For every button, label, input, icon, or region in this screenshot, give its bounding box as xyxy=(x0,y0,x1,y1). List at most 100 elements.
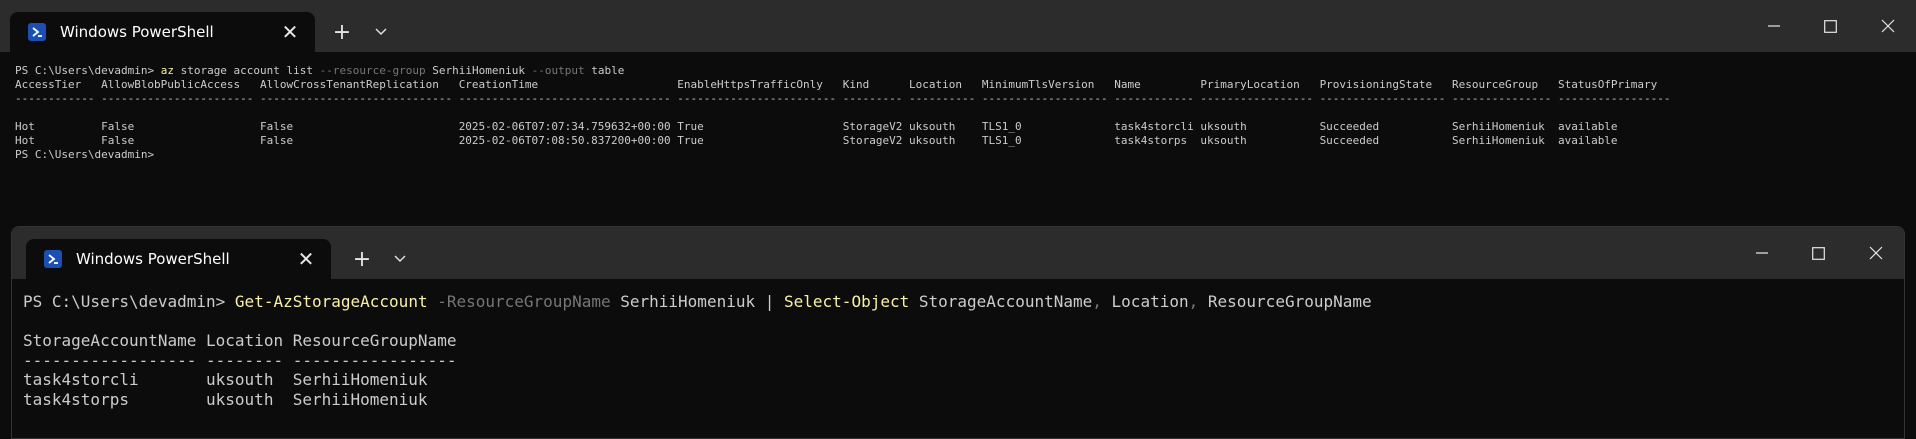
table-underline: ----------------------------------------… xyxy=(15,92,1916,106)
close-tab-icon[interactable]: ✕ xyxy=(275,17,305,47)
maximize-icon[interactable] xyxy=(1802,0,1859,52)
column-header: AccessTier xyxy=(15,78,82,91)
table-row: task4storps uksouth SerhiiHomeniuk xyxy=(23,390,1904,410)
minimize-icon[interactable] xyxy=(1745,0,1802,52)
column-underline: ----------------------------- xyxy=(260,92,453,105)
command-value: SerhiiHomeniuk xyxy=(610,292,765,311)
table-cell: SerhiiHomeniuk xyxy=(1452,134,1545,147)
command-arg: StorageAccountName xyxy=(909,292,1093,311)
column-header: Location xyxy=(206,331,284,350)
table-cell: uksouth xyxy=(909,120,956,133)
table-cell: uksouth xyxy=(206,389,274,409)
prompt: PS C:\Users\devadmin> xyxy=(23,292,235,311)
column-header: Name xyxy=(1114,78,1141,91)
column-underline: -------- xyxy=(206,350,284,370)
column-underline: ------------ xyxy=(1114,92,1194,105)
column-underline: --------------- xyxy=(1452,92,1552,105)
tab-windows-powershell[interactable]: Windows PowerShell ✕ xyxy=(26,239,331,279)
table-cell: uksouth xyxy=(1200,134,1247,147)
table-underline: ----------------------------------------… xyxy=(23,351,1904,371)
table-cell: False xyxy=(260,120,294,133)
table-cell: task4storcli xyxy=(1114,120,1194,133)
prompt: PS C:\Users\devadmin> xyxy=(15,64,161,77)
column-header: MinimumTlsVersion xyxy=(981,78,1095,91)
title-bar[interactable]: Windows PowerShell ✕ + xyxy=(12,227,1904,279)
table-cell: StorageV2 xyxy=(842,134,903,147)
comma: , xyxy=(1188,292,1199,311)
table-cell: TLS1_0 xyxy=(981,134,1022,147)
new-tab-button[interactable]: + xyxy=(325,15,359,49)
column-underline: ----------------- xyxy=(1557,92,1671,105)
column-header: ResourceGroupName xyxy=(292,331,457,350)
powershell-icon xyxy=(44,250,62,268)
table-cell: False xyxy=(260,134,294,147)
table-cell: SerhiiHomeniuk xyxy=(292,370,428,389)
title-bar[interactable]: Windows PowerShell ✕ + xyxy=(0,0,1916,52)
column-underline: ------------------- xyxy=(981,92,1108,105)
window-controls xyxy=(1745,0,1916,52)
pipe-operator: | xyxy=(764,292,775,311)
table-cell: uksouth xyxy=(206,370,274,389)
command-param: --resource-group xyxy=(319,64,426,77)
new-tab-button[interactable]: + xyxy=(345,242,379,276)
terminal-window-back[interactable]: Windows PowerShell ✕ + PS C:\Users\devad… xyxy=(0,0,1916,226)
window-controls xyxy=(1733,227,1904,279)
chevron-down-icon[interactable] xyxy=(383,242,417,276)
column-underline: ----------------- xyxy=(1200,92,1313,105)
table-cell: True xyxy=(677,120,704,133)
command-value: SerhiiHomeniuk xyxy=(425,64,532,77)
table-cell: Succeeded xyxy=(1319,120,1380,133)
command-arg: ResourceGroupName xyxy=(1198,292,1372,311)
column-header: StorageAccountName xyxy=(23,331,197,350)
table-cell: StorageV2 xyxy=(842,120,903,133)
column-underline: ----------------- xyxy=(292,350,457,370)
table-cell: Hot xyxy=(15,120,35,133)
table-cell: Hot xyxy=(15,134,35,147)
chevron-down-icon[interactable] xyxy=(364,15,398,49)
terminal-window-front[interactable]: Windows PowerShell ✕ + PS C:\Users\devad… xyxy=(11,226,1905,439)
close-window-icon[interactable] xyxy=(1847,227,1904,279)
close-tab-icon[interactable]: ✕ xyxy=(291,244,321,274)
table-cell: TLS1_0 xyxy=(981,120,1022,133)
maximize-icon[interactable] xyxy=(1790,227,1847,279)
column-underline: ------------------- xyxy=(1319,92,1446,105)
terminal-output[interactable]: PS C:\Users\devadmin> az storage account… xyxy=(0,52,1916,226)
column-header: AllowBlobPublicAccess xyxy=(101,78,241,91)
table-header: AccessTier AllowBlobPublicAccess AllowCros… xyxy=(15,78,1916,92)
table-header: StorageAccountName Location ResourceGroupN… xyxy=(23,331,1904,351)
table-row: task4storcli uksouth SerhiiHomeniuk xyxy=(23,370,1904,390)
column-underline: ------------ xyxy=(15,92,95,105)
column-header: Location xyxy=(909,78,962,91)
close-window-icon[interactable] xyxy=(1859,0,1916,52)
column-header: AllowCrossTenantReplication xyxy=(260,78,439,91)
column-header: Kind xyxy=(842,78,870,91)
table-cell: SerhiiHomeniuk xyxy=(292,389,428,409)
column-underline: --------- xyxy=(842,92,903,105)
command-param: --output xyxy=(531,64,585,77)
column-underline: -------------------------------- xyxy=(458,92,671,105)
tab-windows-powershell[interactable]: Windows PowerShell ✕ xyxy=(10,12,315,52)
cmdlet: Select-Object xyxy=(774,292,910,311)
table-cell: False xyxy=(101,120,135,133)
column-underline: ---------- xyxy=(909,92,976,105)
table-cell: uksouth xyxy=(909,134,956,147)
command-line: PS C:\Users\devadmin> Get-AzStorageAccou… xyxy=(23,292,1904,312)
tab-title: Windows PowerShell xyxy=(60,23,214,41)
command-exe: az xyxy=(160,64,174,77)
table-cell: SerhiiHomeniuk xyxy=(1452,120,1545,133)
table-cell: 2025-02-06T07:08:50.837200+00:00 xyxy=(458,134,671,147)
column-underline: ------------------------ xyxy=(677,92,837,105)
minimize-icon[interactable] xyxy=(1733,227,1790,279)
command-value: table xyxy=(584,64,625,77)
command-args: storage account list xyxy=(173,64,320,77)
column-header: ProvisioningState xyxy=(1319,78,1433,91)
command-arg: Location xyxy=(1101,292,1189,311)
column-header: ResourceGroup xyxy=(1452,78,1539,91)
table-row: Hot False False 2025-02-06T07:08:50.837200+… xyxy=(15,134,1916,148)
terminal-output[interactable]: PS C:\Users\devadmin> Get-AzStorageAccou… xyxy=(12,279,1904,438)
column-header: CreationTime xyxy=(458,78,539,91)
table-cell: available xyxy=(1557,134,1618,147)
table-cell: uksouth xyxy=(1200,120,1247,133)
column-header: StatusOfPrimary xyxy=(1557,78,1658,91)
